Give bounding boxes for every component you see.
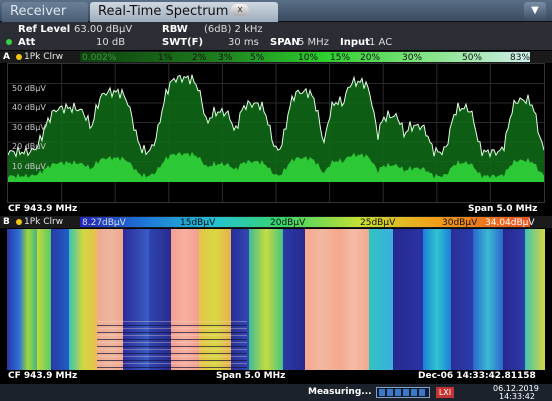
progress-segment <box>411 389 417 396</box>
swt-value: 30 ms <box>228 37 259 48</box>
window-b-cf: CF 943.9 MHz <box>8 371 78 381</box>
trace-dot-icon <box>16 219 22 225</box>
color-scale-label: 34.04dBμV <box>485 218 535 228</box>
spectrogram-line <box>97 331 247 333</box>
spectrogram-line <box>97 338 247 340</box>
settings-panel: Ref Level 63.00 dBμV Att 10 dB RBW (6dB)… <box>0 22 552 50</box>
spectrogram-line <box>97 324 247 326</box>
color-scale-label: 15dBμV <box>180 218 216 228</box>
spectrogram-color-scale: 8.27dBμV 15dBμV 20dBμV 25dBμV 30dBμV 34.… <box>80 217 535 228</box>
color-scale-label: 20dBμV <box>270 218 306 228</box>
window-a-span: Span 5.0 MHz <box>468 204 538 214</box>
spectrum-trace-svg <box>8 64 544 202</box>
spectrogram-band <box>339 229 369 370</box>
y-tick-label: 10 dBμV <box>12 162 46 171</box>
spectrogram-line <box>97 328 247 329</box>
window-a-letter: A <box>3 52 10 62</box>
persistence-scale: 0.002% 1% 2% 3% 5% 10% 15% 20% 30% 50% 8… <box>80 52 530 63</box>
status-time: 14:33:42 <box>499 392 535 401</box>
span-label: SPAN <box>270 37 300 48</box>
progress-segment <box>379 389 385 396</box>
spectrogram-band <box>305 229 339 370</box>
close-icon[interactable]: x <box>231 4 249 16</box>
spectrogram-line <box>97 366 247 368</box>
spectrogram-band <box>503 229 525 370</box>
tab-receiver[interactable]: Receiver <box>2 2 88 22</box>
tab-real-time-spectrum[interactable]: Real-Time Spectrum <box>90 2 278 22</box>
spectrogram-band <box>249 229 283 370</box>
window-a-footer: CF 943.9 MHz Span 5.0 MHz <box>0 203 552 215</box>
spectrogram-band <box>37 229 51 370</box>
swt-label: SWT(F) <box>162 37 204 48</box>
window-a-header[interactable]: A 1Pk Clrw 0.002% 1% 2% 3% 5% 10% 15% 20… <box>0 51 552 63</box>
spectrogram-band <box>423 229 451 370</box>
y-tick-label: 30 dBμV <box>12 123 46 132</box>
spectrogram-line <box>97 359 247 361</box>
att-label: Att <box>18 37 36 48</box>
spectrogram-band <box>525 229 545 370</box>
menu-dropdown-icon[interactable]: ▼ <box>524 2 546 20</box>
spectrogram-band <box>473 229 503 370</box>
window-a-trace-label: 1Pk Clrw <box>24 52 64 62</box>
spectrogram-plot[interactable] <box>7 229 545 370</box>
progress-segment <box>419 389 425 396</box>
spectrogram-band <box>7 229 37 370</box>
tab-real-time-spectrum-label: Real-Time Spectrum <box>98 4 229 19</box>
trace-dot-icon <box>16 54 22 60</box>
spectrogram-band <box>283 229 305 370</box>
spectrogram-band <box>69 229 97 370</box>
status-datetime: 06.12.2019 14:33:42 <box>493 385 539 401</box>
rbw-value: (6dB) 2 kHz <box>204 24 263 35</box>
color-scale-label: 25dBμV <box>360 218 396 228</box>
spectrogram-line <box>97 349 247 350</box>
spectrogram-band <box>369 229 393 370</box>
att-indicator-icon <box>6 39 12 45</box>
spectrogram-band <box>51 229 69 370</box>
spectrogram-band <box>451 229 473 370</box>
ref-level-label: Ref Level <box>18 24 71 35</box>
status-text: Measuring... <box>308 387 372 397</box>
spectrogram-line <box>97 342 247 343</box>
window-b-span: Span 5.0 MHz <box>216 371 286 381</box>
window-b-footer: CF 943.9 MHz Span 5.0 MHz Dec-06 14:33:4… <box>0 370 552 382</box>
spectrogram-line <box>97 335 247 336</box>
y-tick-label: 40 dBμV <box>12 103 46 112</box>
att-value: 10 dB <box>96 37 126 48</box>
input-label: Input <box>340 37 370 48</box>
span-value: 5 MHz <box>298 37 329 48</box>
spectrogram-line <box>97 352 247 354</box>
spectrogram-line <box>97 345 247 347</box>
progress-segment <box>403 389 409 396</box>
spectrogram-line <box>97 356 247 357</box>
y-tick-label: 20 dBμV <box>12 142 46 151</box>
lxi-icon: LXI <box>436 387 454 398</box>
ref-level-value: 63.00 dBμV <box>74 24 133 35</box>
status-bar: Measuring... LXI 06.12.2019 14:33:42 <box>0 384 552 401</box>
spectrogram-line <box>97 363 247 364</box>
color-scale-label: 30dBμV <box>442 218 478 228</box>
spectrogram-line <box>97 321 247 322</box>
window-b-header[interactable]: B 1Pk Clrw 8.27dBμV 15dBμV 20dBμV 25dBμV… <box>0 216 552 228</box>
window-b-letter: B <box>3 217 10 227</box>
tab-bar: Receiver Real-Time Spectrum x ▼ <box>0 0 552 22</box>
window-a-cf: CF 943.9 MHz <box>8 204 78 214</box>
window-b-timestamp: Dec-06 14:33:42.81158 <box>418 371 536 381</box>
progress-segment <box>387 389 393 396</box>
rbw-label: RBW <box>162 24 188 35</box>
y-tick-label: 50 dBμV <box>12 84 46 93</box>
spectrogram-band <box>393 229 423 370</box>
spectrum-plot[interactable]: 50 dBμV 40 dBμV 30 dBμV 20 dBμV 10 dBμV <box>7 63 545 203</box>
window-b-trace-label: 1Pk Clrw <box>24 217 64 227</box>
progress-bar <box>376 387 430 398</box>
progress-segment <box>395 389 401 396</box>
input-value: 1 AC <box>369 37 393 48</box>
color-scale-label: 8.27dBμV <box>82 218 126 228</box>
